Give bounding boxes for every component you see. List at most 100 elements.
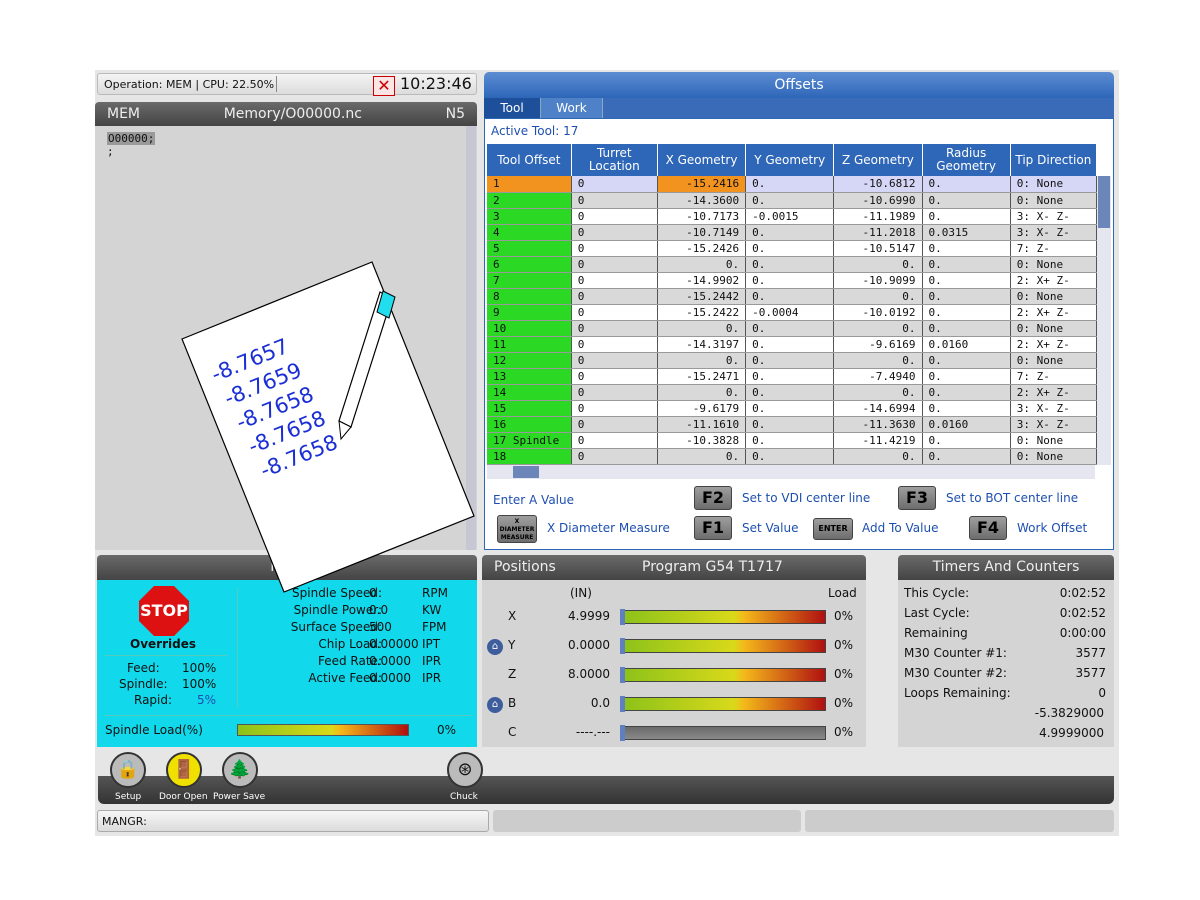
offset-cell[interactable]: -9.6179 — [657, 400, 747, 417]
setup-lock-icon[interactable]: 🔒 — [110, 752, 146, 788]
offset-cell[interactable]: 7 — [487, 272, 572, 289]
offset-cell[interactable]: 0 — [571, 208, 658, 225]
offset-cell[interactable]: 0 — [571, 368, 658, 385]
offset-cell[interactable]: -0.0015 — [745, 208, 835, 225]
program-line-2[interactable]: ; — [107, 145, 465, 158]
offset-cell[interactable]: 1 — [487, 176, 572, 193]
command-input[interactable]: MANGR: — [97, 810, 489, 832]
offset-cell[interactable]: 0. — [745, 336, 835, 353]
offset-cell[interactable]: 0. — [922, 240, 1011, 257]
offset-cell[interactable]: -10.0192 — [833, 304, 923, 321]
offset-cell[interactable]: 0: None — [1010, 288, 1098, 305]
offset-cell[interactable]: 0. — [745, 432, 835, 449]
offset-cell[interactable]: -14.6994 — [833, 400, 923, 417]
offsets-col-header[interactable]: Tip Direction — [1010, 144, 1098, 176]
offsets-vertical-thumb[interactable] — [1098, 176, 1110, 228]
offset-row[interactable]: 2 0 -14.3600 0. -10.6990 0. 0: None — [487, 192, 1098, 209]
home-icon[interactable]: ⌂ — [487, 697, 503, 713]
offset-cell[interactable]: 0. — [922, 448, 1011, 465]
offset-cell[interactable]: -10.7173 — [657, 208, 747, 225]
program-line-1[interactable]: O00000; — [107, 132, 156, 145]
offset-cell[interactable]: 0: None — [1010, 320, 1098, 337]
offset-cell[interactable]: 0 — [571, 336, 658, 353]
offset-cell[interactable]: 11 — [487, 336, 572, 353]
offset-cell[interactable]: -14.3197 — [657, 336, 747, 353]
offset-cell[interactable]: 0: None — [1010, 352, 1098, 369]
offset-row[interactable]: 7 0 -14.9902 0. -10.9099 0. 2: X+ Z- — [487, 272, 1098, 289]
home-icon[interactable]: ⌂ — [487, 639, 503, 655]
offset-cell[interactable]: 0. — [922, 208, 1011, 225]
offset-cell[interactable]: 3: X- Z- — [1010, 208, 1098, 225]
offset-cell[interactable]: 3 — [487, 208, 572, 225]
offset-cell[interactable]: 0. — [922, 288, 1011, 305]
offset-cell[interactable]: 0. — [833, 320, 923, 337]
offset-cell[interactable]: 0. — [657, 448, 747, 465]
offset-cell[interactable]: 0: None — [1010, 176, 1098, 193]
offset-cell[interactable]: -10.5147 — [833, 240, 923, 257]
offset-cell[interactable]: -11.1610 — [657, 416, 747, 433]
offset-cell[interactable]: 13 — [487, 368, 572, 385]
offset-row[interactable]: 18 0 0. 0. 0. 0. 0: None — [487, 448, 1098, 465]
offset-cell[interactable]: 0. — [922, 320, 1011, 337]
offset-cell[interactable]: 0. — [922, 176, 1011, 193]
offsets-col-header[interactable]: Tool Offset — [487, 144, 572, 176]
offset-cell[interactable]: -14.9902 — [657, 272, 747, 289]
offset-cell[interactable]: -11.2018 — [833, 224, 923, 241]
offset-cell[interactable]: 0. — [745, 368, 835, 385]
offsets-horizontal-scrollbar[interactable] — [487, 465, 1095, 479]
offset-cell[interactable]: 12 — [487, 352, 572, 369]
stop-icon[interactable]: STOP — [139, 586, 189, 636]
offset-row[interactable]: 11 0 -14.3197 0. -9.6169 0.0160 2: X+ Z- — [487, 336, 1098, 353]
offset-cell[interactable]: 14 — [487, 384, 572, 401]
power-save-tree-icon[interactable]: 🌲 — [222, 752, 258, 788]
offset-cell[interactable]: -10.6812 — [833, 176, 923, 193]
offset-cell[interactable]: 4 — [487, 224, 572, 241]
offset-cell[interactable]: 0.0315 — [922, 224, 1011, 241]
offset-cell[interactable]: 2: X+ Z- — [1010, 272, 1098, 289]
offset-row[interactable]: 13 0 -15.2471 0. -7.4940 0. 7: Z- — [487, 368, 1098, 385]
f2-key[interactable]: F2 — [694, 486, 732, 510]
offset-cell[interactable]: 0 — [571, 400, 658, 417]
offset-cell[interactable]: 9 — [487, 304, 572, 321]
offset-cell[interactable]: 7: Z- — [1010, 240, 1098, 257]
offset-cell[interactable]: 0. — [745, 416, 835, 433]
offset-cell[interactable]: 5 — [487, 240, 572, 257]
offset-cell[interactable]: 0. — [833, 256, 923, 273]
offset-cell[interactable]: -11.3630 — [833, 416, 923, 433]
offset-row[interactable]: 6 0 0. 0. 0. 0. 0: None — [487, 256, 1098, 273]
program-editor[interactable]: O00000; ; — [95, 126, 477, 550]
offset-cell[interactable]: 0. — [833, 288, 923, 305]
offset-cell[interactable]: 10 — [487, 320, 572, 337]
offset-cell[interactable]: -15.2426 — [657, 240, 747, 257]
offset-row[interactable]: 1 0 -15.2416 0. -10.6812 0. 0: None — [487, 176, 1098, 193]
offset-cell[interactable]: 16 — [487, 416, 572, 433]
offset-cell[interactable]: -11.4219 — [833, 432, 923, 449]
offset-cell[interactable]: -10.9099 — [833, 272, 923, 289]
offset-cell[interactable]: 0 — [571, 256, 658, 273]
offset-cell[interactable]: -15.2416 — [657, 176, 747, 193]
offset-cell[interactable]: 2: X+ Z- — [1010, 336, 1098, 353]
offset-cell[interactable]: 0. — [745, 448, 835, 465]
offset-cell[interactable]: 8 — [487, 288, 572, 305]
offset-cell[interactable]: 2: X+ Z- — [1010, 384, 1098, 401]
offset-cell[interactable]: -0.0004 — [745, 304, 835, 321]
offset-cell[interactable]: 0. — [657, 256, 747, 273]
offset-cell[interactable]: 0. — [922, 432, 1011, 449]
offset-cell[interactable]: -11.1989 — [833, 208, 923, 225]
offset-cell[interactable]: 0. — [922, 368, 1011, 385]
enter-key[interactable]: ENTER — [813, 518, 853, 540]
program-scrollbar[interactable] — [466, 126, 476, 550]
offset-cell[interactable]: 0. — [922, 272, 1011, 289]
offset-cell[interactable]: 0 — [571, 224, 658, 241]
offset-cell[interactable]: -9.6169 — [833, 336, 923, 353]
offset-cell[interactable]: 0 — [571, 448, 658, 465]
offset-cell[interactable]: -15.2422 — [657, 304, 747, 321]
offset-cell[interactable]: -10.3828 — [657, 432, 747, 449]
offset-row[interactable]: 3 0 -10.7173 -0.0015 -11.1989 0. 3: X- Z- — [487, 208, 1098, 225]
offset-cell[interactable]: 0. — [745, 272, 835, 289]
offset-cell[interactable]: 7: Z- — [1010, 368, 1098, 385]
offset-cell[interactable]: 0. — [745, 224, 835, 241]
f4-key[interactable]: F4 — [969, 516, 1007, 540]
offset-row[interactable]: 9 0 -15.2422 -0.0004 -10.0192 0. 2: X+ Z- — [487, 304, 1098, 321]
offset-cell[interactable]: 3: X- Z- — [1010, 400, 1098, 417]
